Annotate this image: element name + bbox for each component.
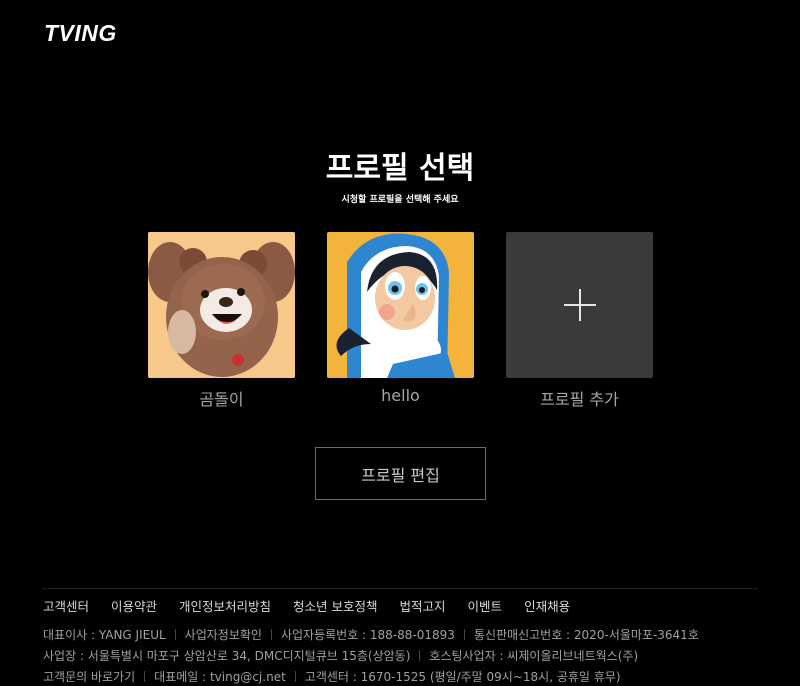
- business-info-link[interactable]: 사업자정보확인: [185, 626, 262, 643]
- hosting-provider: 호스팅사업자 : 씨제이올리브네트웍스(주): [429, 649, 639, 663]
- footer-link-legal[interactable]: 법적고지: [400, 596, 446, 615]
- plus-icon: [563, 289, 596, 321]
- footer-link-terms[interactable]: 이용약관: [111, 596, 157, 615]
- customer-inquiry-link[interactable]: 고객문의 바로가기: [43, 668, 135, 685]
- bear-avatar[interactable]: [148, 232, 295, 378]
- footer-link-youth-policy[interactable]: 청소년 보호정책: [293, 596, 377, 615]
- hooded-girl-avatar[interactable]: [327, 232, 474, 378]
- profile-name: hello: [381, 386, 420, 405]
- mail-order-number: 통신판매신고번호 : 2020-서울마포-3641호: [473, 628, 699, 642]
- company-info-line-2: 사업장 : 서울특별시 마포구 상암산로 34, DMC디지털큐브 15층(상암…: [43, 647, 638, 664]
- page-title: 프로필 선택: [325, 151, 475, 186]
- footer-link-support[interactable]: 고객센터: [43, 596, 89, 615]
- business-reg-number: 사업자등록번호 : 188-88-01893: [280, 628, 455, 642]
- company-info-line-3: 고객문의 바로가기 대표메일 : tving@cj.net 고객센터 : 167…: [43, 668, 621, 685]
- add-profile-card[interactable]: 프로필 추가: [506, 232, 653, 410]
- profile-name: 곰돌이: [199, 390, 244, 409]
- profile-card-bear[interactable]: 곰돌이: [148, 232, 295, 410]
- footer-divider: [42, 588, 758, 589]
- footer-links: 고객센터 이용약관 개인정보처리방침 청소년 보호정책 법적고지 이벤트 인재채…: [43, 596, 592, 615]
- support-phone: 고객센터 : 1670-1525 (평일/주말 09시~18시, 공휴일 휴무): [304, 670, 621, 684]
- footer-link-privacy[interactable]: 개인정보처리방침: [179, 596, 271, 615]
- footer-link-careers[interactable]: 인재채용: [524, 596, 570, 615]
- page-subtitle: 시청할 프로필을 선택해 주세요: [341, 195, 459, 205]
- edit-profile-button[interactable]: 프로필 편집: [315, 447, 486, 500]
- contact-email: 대표메일 : tving@cj.net: [154, 670, 286, 684]
- business-address: 사업장 : 서울특별시 마포구 상암산로 34, DMC디지털큐브 15층(상암…: [43, 649, 411, 663]
- profile-name: 프로필 추가: [540, 390, 619, 409]
- tving-logo[interactable]: TVING: [44, 20, 117, 47]
- footer-link-events[interactable]: 이벤트: [468, 596, 503, 615]
- profile-card-hello[interactable]: hello: [327, 232, 474, 405]
- ceo-info: 대표이사 : YANG JIEUL: [43, 628, 166, 642]
- add-profile-tile[interactable]: [506, 232, 653, 378]
- company-info-line-1: 대표이사 : YANG JIEUL 사업자정보확인 사업자등록번호 : 188-…: [43, 626, 699, 643]
